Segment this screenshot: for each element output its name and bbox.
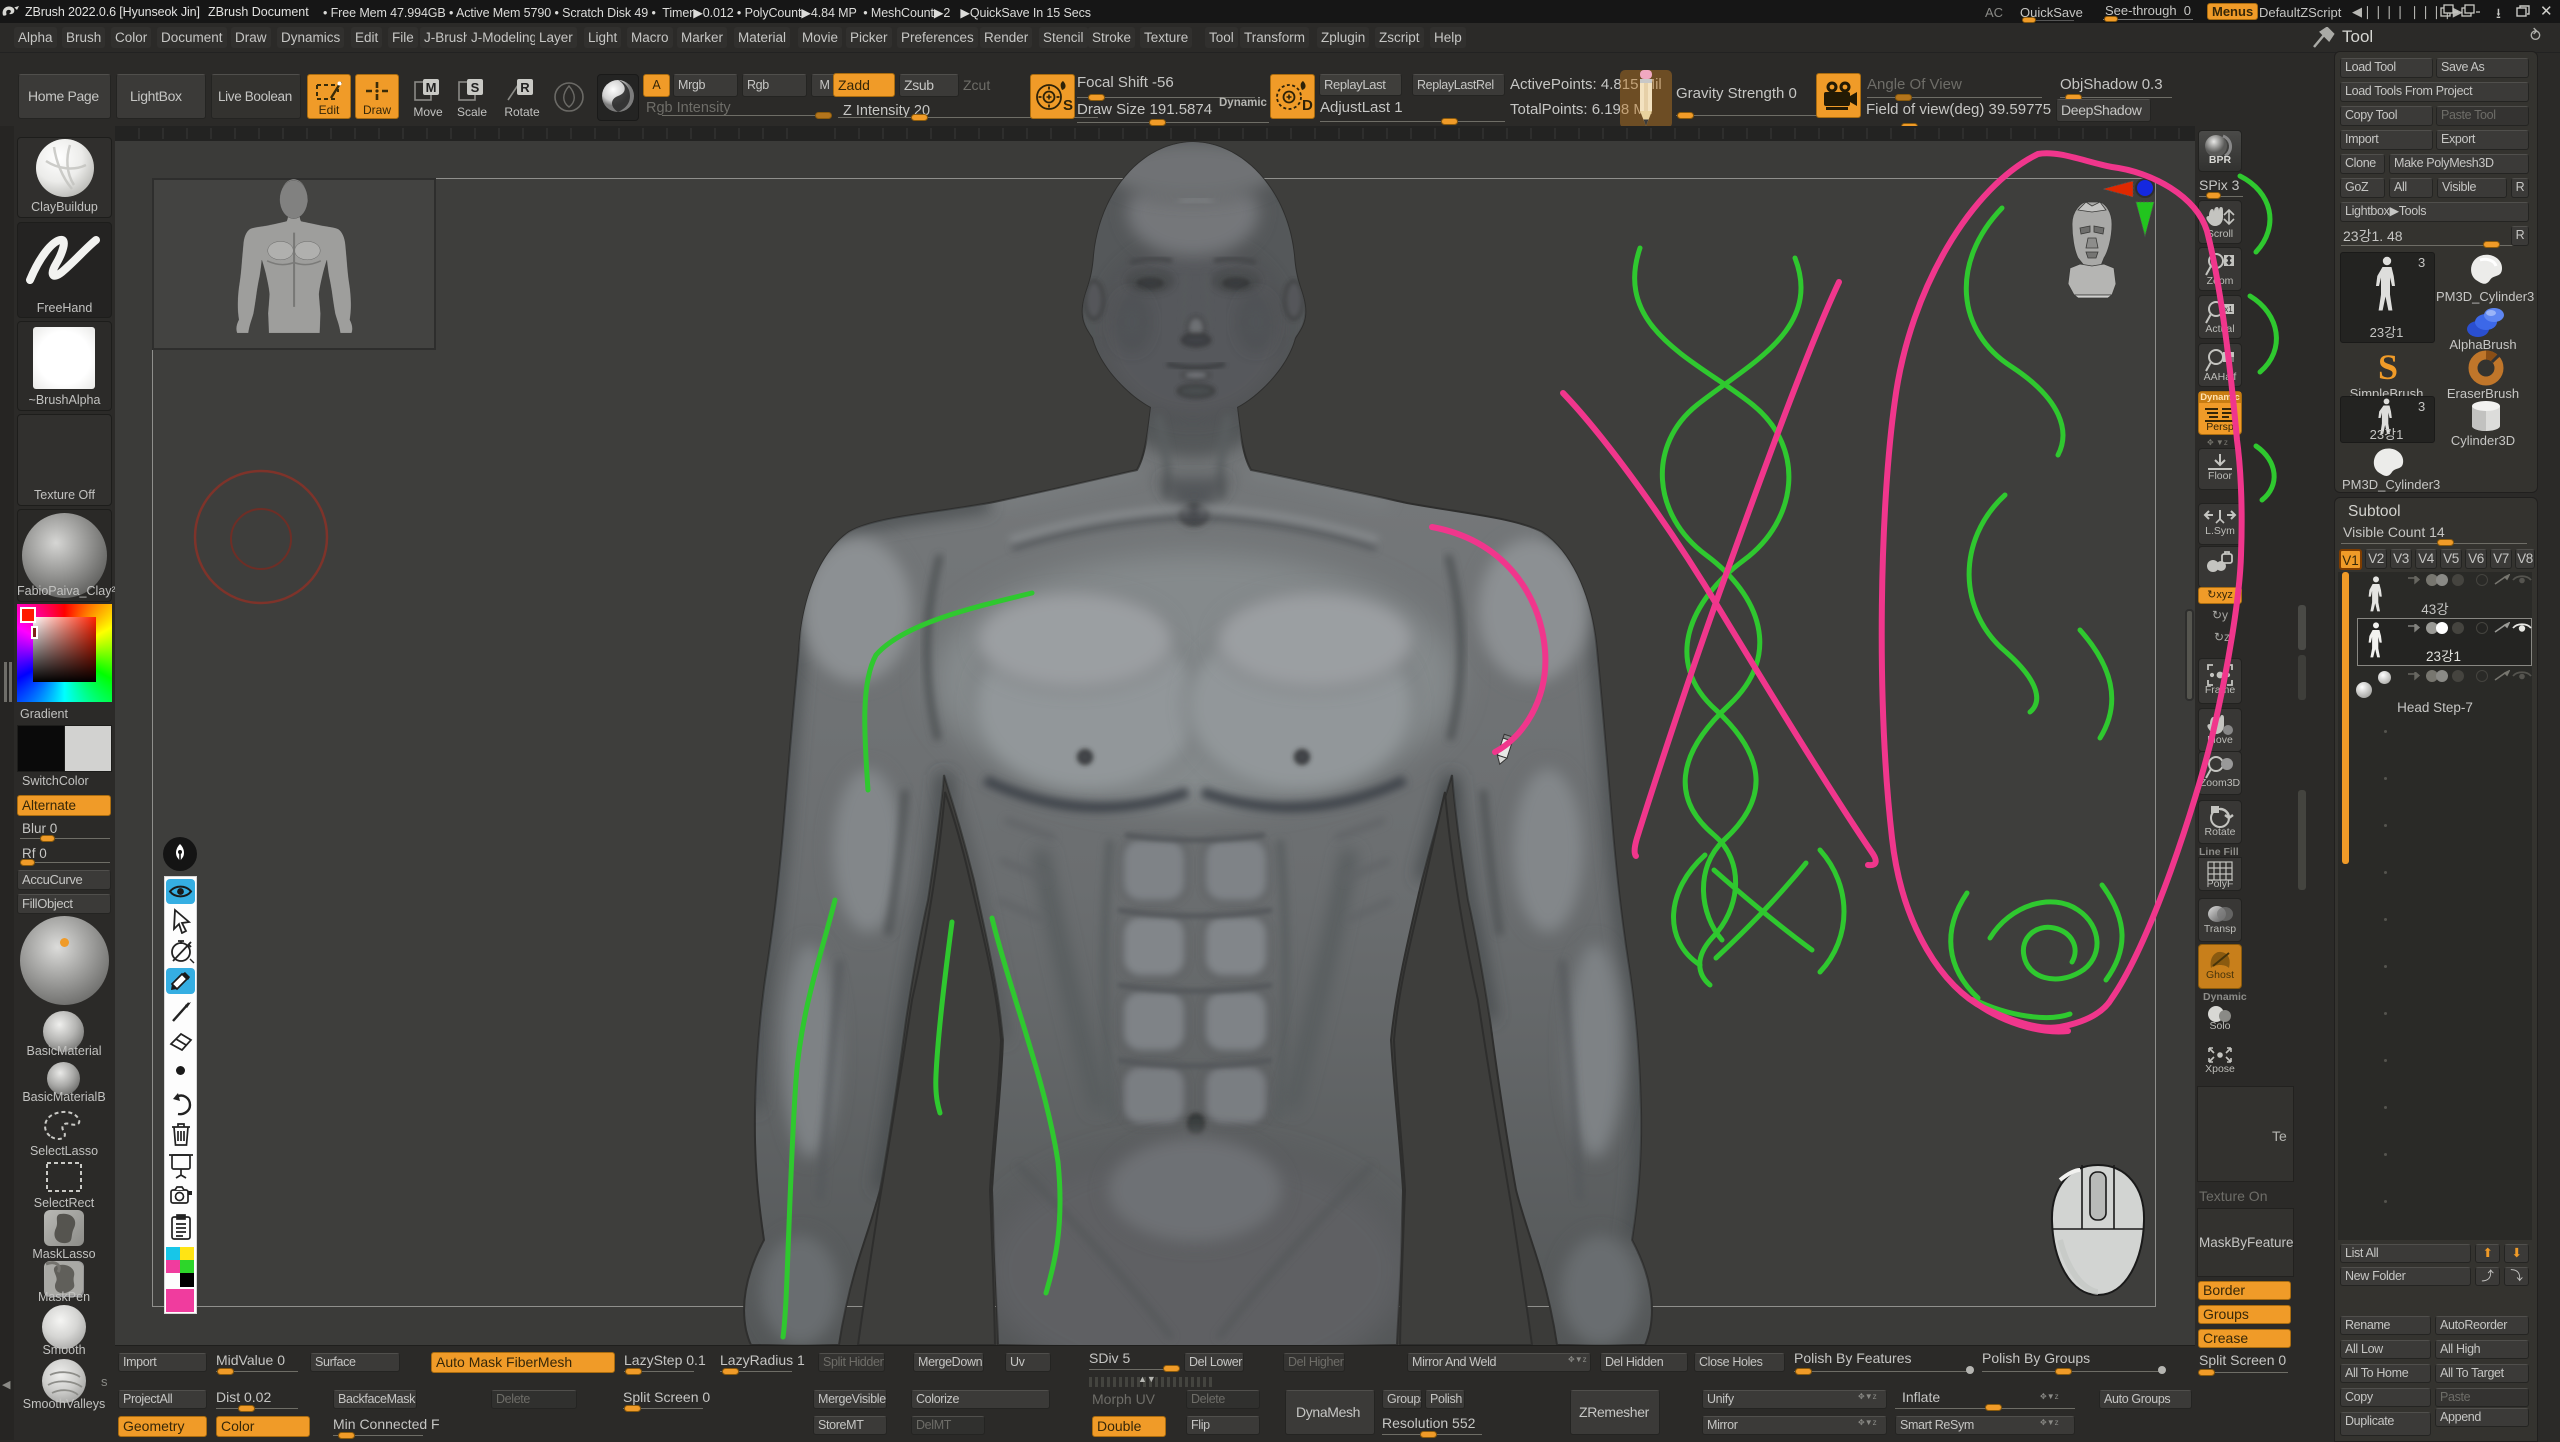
svg-text:x1: x1 <box>2224 305 2233 314</box>
svg-text:D: D <box>1302 97 1313 114</box>
svg-text:M: M <box>426 80 437 95</box>
svg-text:S: S <box>1063 97 1073 114</box>
svg-text:S: S <box>471 80 480 95</box>
svg-text:R: R <box>520 80 530 95</box>
svg-text:S: S <box>2378 348 2398 387</box>
